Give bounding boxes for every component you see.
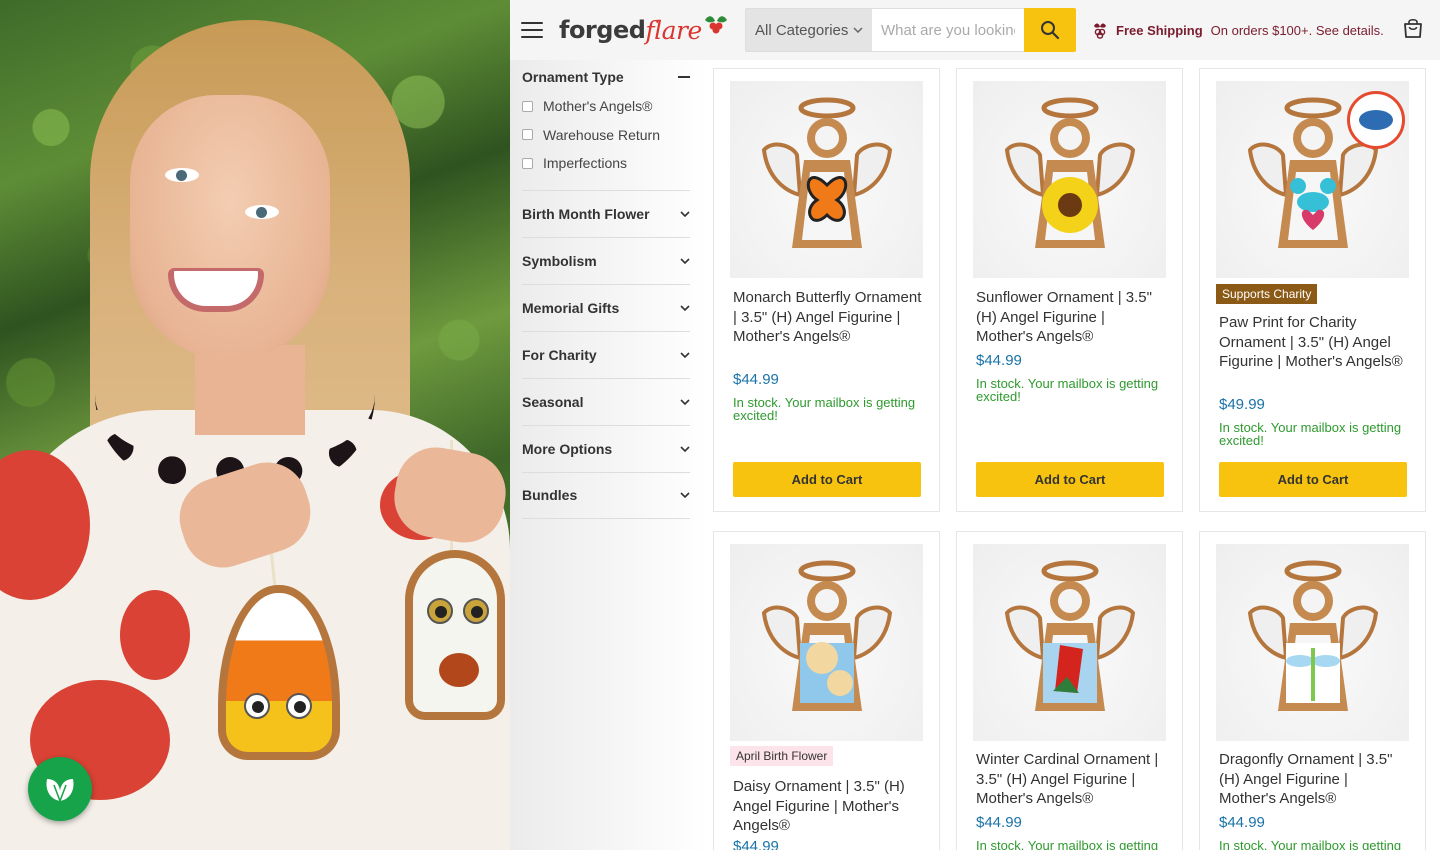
- add-to-cart-button[interactable]: Add to Cart: [976, 462, 1164, 497]
- product-price: $44.99: [733, 371, 779, 388]
- search-button[interactable]: [1024, 8, 1076, 52]
- site-logo[interactable]: forged flare: [559, 10, 729, 50]
- filter-seasonal[interactable]: Seasonal: [522, 377, 690, 425]
- filter-bundles[interactable]: Bundles: [522, 471, 690, 519]
- angel-ornament-image: [1004, 97, 1135, 248]
- product-card[interactable]: Supports Charity Paw Print for Charity O…: [1199, 68, 1426, 512]
- product-price: $44.99: [733, 838, 779, 850]
- option-label: Mother's Angels®: [543, 98, 653, 115]
- filter-sidebar: Ornament Type Mother's Angels® Warehouse…: [522, 62, 690, 519]
- chat-button[interactable]: [28, 757, 92, 821]
- product-card[interactable]: Monarch Butterfly Ornament | 3.5" (H) An…: [713, 68, 940, 512]
- chevron-down-icon: [680, 257, 690, 264]
- minus-icon: [678, 76, 690, 78]
- product-image[interactable]: [730, 544, 923, 741]
- checkbox[interactable]: [522, 100, 533, 112]
- category-select[interactable]: All Categories: [745, 8, 872, 52]
- chevron-down-icon: [680, 398, 690, 405]
- filter-more-options[interactable]: More Options: [522, 424, 690, 472]
- filter-option-mothers-angels[interactable]: Mother's Angels®: [522, 92, 690, 121]
- angel-ornament-image: [761, 560, 892, 711]
- product-card[interactable]: Sunflower Ornament | 3.5" (H) Angel Figu…: [956, 68, 1183, 512]
- product-price: $44.99: [976, 814, 1022, 831]
- leaf-chat-icon: [46, 779, 74, 802]
- filter-title: Ornament Type: [522, 69, 624, 85]
- product-image[interactable]: [1216, 544, 1409, 741]
- magnifier-icon: [1041, 21, 1060, 40]
- stock-status: In stock. Your mailbox is getting excite…: [1219, 420, 1402, 448]
- product-image[interactable]: [973, 544, 1166, 741]
- birth-flower-badge: April Birth Flower: [730, 746, 834, 766]
- angel-ornament-image: [1004, 560, 1135, 711]
- site-header: forgedflare All Categories Free Shipping…: [510, 0, 1440, 60]
- option-label: Warehouse Return: [543, 126, 660, 143]
- product-price: $44.99: [976, 352, 1022, 369]
- hamburger-menu-icon[interactable]: [521, 22, 543, 38]
- product-image[interactable]: [973, 81, 1166, 278]
- chevron-down-icon: [680, 351, 690, 358]
- ghost-ornament: [405, 550, 505, 720]
- product-card[interactable]: Dragonfly Ornament | 3.5" (H) Angel Figu…: [1199, 531, 1426, 850]
- option-label: Imperfections: [543, 155, 628, 172]
- filter-ornament-type[interactable]: Ornament Type: [522, 62, 690, 92]
- charity-badge: Supports Charity: [1216, 284, 1318, 304]
- product-title[interactable]: Daisy Ornament | 3.5" (H) Angel Figurine…: [733, 777, 923, 836]
- angel-ornament-image: [761, 97, 892, 248]
- product-price: $44.99: [1219, 814, 1265, 831]
- stock-status: In stock. Your mailbox is getting excite…: [733, 395, 916, 423]
- holly-truck-icon: [1094, 23, 1106, 39]
- filter-memorial-gifts[interactable]: Memorial Gifts: [522, 283, 690, 331]
- checkbox[interactable]: [522, 157, 533, 169]
- promo-text: On orders $100+. See details.: [1210, 22, 1384, 38]
- product-title[interactable]: Sunflower Ornament | 3.5" (H) Angel Figu…: [976, 288, 1166, 347]
- filter-option-warehouse-return[interactable]: Warehouse Return: [522, 121, 690, 150]
- product-card[interactable]: April Birth Flower Daisy Ornament | 3.5"…: [713, 531, 940, 850]
- category-select-label: All Categories: [755, 21, 849, 39]
- filter-symbolism[interactable]: Symbolism: [522, 236, 690, 284]
- hero-photo: [0, 0, 510, 850]
- angel-ornament-image: [1247, 560, 1378, 711]
- filter-birth-month-flower[interactable]: Birth Month Flower: [522, 189, 690, 237]
- holly-icon: [704, 16, 727, 34]
- promo-bold: Free Shipping: [1116, 22, 1203, 38]
- product-title[interactable]: Paw Print for Charity Ornament | 3.5" (H…: [1219, 313, 1409, 372]
- add-to-cart-button[interactable]: Add to Cart: [733, 462, 921, 497]
- chevron-down-icon: [680, 445, 690, 452]
- free-shipping-promo[interactable]: Free Shipping On orders $100+. See detai…: [1092, 21, 1384, 39]
- chevron-down-icon: [680, 304, 690, 311]
- chevron-down-icon: [853, 27, 863, 33]
- chevron-down-icon: [680, 492, 690, 498]
- stock-status: In stock. Your mailbox is getting excite…: [976, 376, 1159, 404]
- shopping-bag-icon[interactable]: [1402, 17, 1424, 44]
- checkbox[interactable]: [522, 129, 533, 141]
- search-input[interactable]: [872, 8, 1024, 52]
- product-image[interactable]: [730, 81, 923, 278]
- add-to-cart-button[interactable]: Add to Cart: [1219, 462, 1407, 497]
- product-title[interactable]: Winter Cardinal Ornament | 3.5" (H) Ange…: [976, 750, 1166, 809]
- stock-status: In stock. Your mailbox is getting excite…: [976, 838, 1159, 850]
- chevron-down-icon: [680, 210, 690, 217]
- product-price: $49.99: [1219, 396, 1265, 413]
- charity-logo-stamp: [1347, 91, 1405, 149]
- product-title[interactable]: Monarch Butterfly Ornament | 3.5" (H) An…: [733, 288, 923, 347]
- product-card[interactable]: Winter Cardinal Ornament | 3.5" (H) Ange…: [956, 531, 1183, 850]
- filter-option-imperfections[interactable]: Imperfections: [522, 149, 690, 178]
- product-title[interactable]: Dragonfly Ornament | 3.5" (H) Angel Figu…: [1219, 750, 1409, 809]
- search-bar: All Categories: [745, 8, 1076, 52]
- stock-status: In stock. Your mailbox is getting excite…: [1219, 838, 1402, 850]
- filter-for-charity[interactable]: For Charity: [522, 330, 690, 378]
